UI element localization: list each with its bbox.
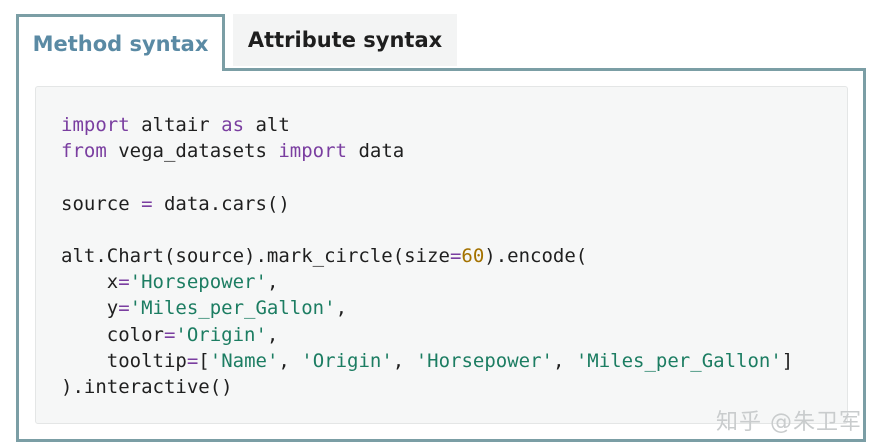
code-token: import <box>278 140 347 163</box>
code-line: source = data.cars() <box>61 191 793 217</box>
code-line: from vega_datasets import data <box>61 138 793 164</box>
code-token: altair <box>129 114 222 136</box>
code-token: alt <box>244 114 290 136</box>
code-token: [ <box>198 349 210 372</box>
code-token: as <box>221 114 245 136</box>
code-token: from <box>61 140 107 163</box>
code-line: ​ <box>61 217 793 243</box>
code-token: y <box>61 297 119 320</box>
code-token: color <box>61 323 164 346</box>
code-line: alt.Chart(source).mark_circle(size=60).e… <box>61 243 793 269</box>
code-token: 'Horsepower' <box>415 349 553 372</box>
code-token: 60 <box>461 244 485 267</box>
tab-method-syntax-label: Method syntax <box>32 32 209 56</box>
code-token: = <box>118 271 130 294</box>
code-token: ] <box>781 349 794 372</box>
tab-panel: import altair as alt from vega_datasets i… <box>16 68 866 442</box>
code-token: 'Origin' <box>301 349 393 372</box>
code-line: ​ <box>61 164 793 190</box>
watermark: 知乎 @朱卫军 <box>716 410 862 435</box>
code-token: 'Horsepower' <box>129 271 267 294</box>
code-token: = <box>186 349 199 372</box>
code-content: import altair as alt from vega_datasets i… <box>61 112 793 400</box>
tab-attribute-syntax-label: Attribute syntax <box>247 28 443 52</box>
code-token: source <box>61 192 142 215</box>
code-token: , <box>266 271 279 294</box>
code-token: , <box>392 349 416 372</box>
code-token: , <box>278 349 302 372</box>
code-token: ).encode( <box>484 244 588 267</box>
code-token: vega_datasets <box>106 140 279 163</box>
code-token: import <box>61 114 130 136</box>
code-token: data <box>347 140 405 163</box>
code-line: import altair as alt <box>61 112 793 138</box>
tab-method-syntax[interactable]: Method syntax <box>16 14 225 71</box>
code-token: tooltip <box>61 349 187 372</box>
code-token: = <box>141 192 153 215</box>
code-token: x <box>61 271 119 294</box>
code-token: 'Name' <box>209 349 279 372</box>
code-token: data.cars() <box>152 192 290 215</box>
code-line: x='Horsepower', <box>61 269 793 295</box>
code-token: , <box>266 323 279 346</box>
code-token: 'Miles_per_Gallon' <box>575 349 782 372</box>
code-token: 'Origin' <box>175 323 267 346</box>
code-block: import altair as alt from vega_datasets i… <box>35 86 848 424</box>
code-token: = <box>163 323 176 346</box>
code-token: , <box>552 349 576 372</box>
code-token: = <box>449 244 462 267</box>
code-token: 'Miles_per_Gallon' <box>129 297 336 320</box>
code-token: , <box>335 297 348 320</box>
code-token: ).interactive() <box>61 375 233 398</box>
code-line: y='Miles_per_Gallon', <box>61 295 793 321</box>
code-token: = <box>118 297 130 320</box>
tab-attribute-syntax[interactable]: Attribute syntax <box>233 14 457 66</box>
code-line: color='Origin', <box>61 322 793 348</box>
code-token: alt.Chart(source).mark_circle(size <box>61 244 450 267</box>
code-line: tooltip=['Name', 'Origin', 'Horsepower',… <box>61 348 793 374</box>
code-line: ).interactive() <box>61 374 793 400</box>
